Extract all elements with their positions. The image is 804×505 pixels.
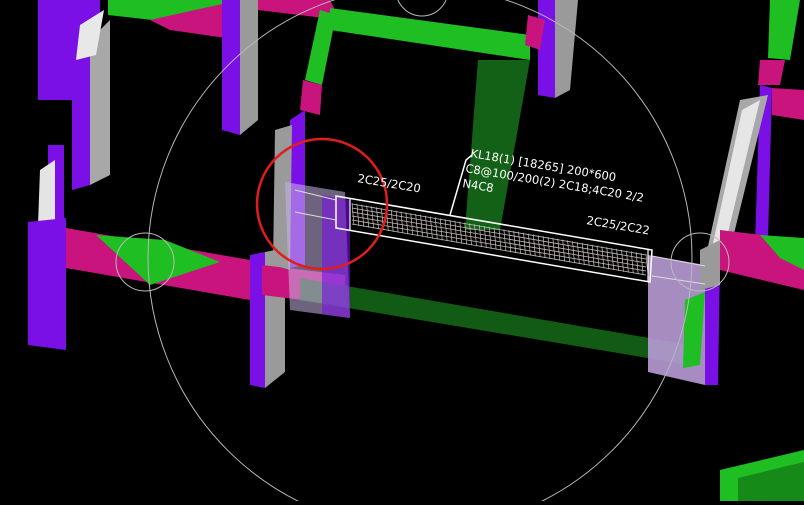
rebar-stirrup: [444, 219, 448, 242]
rebar-stirrup: [371, 206, 374, 229]
rebar-stirrup: [552, 237, 556, 260]
beam-right-magenta[interactable]: [758, 60, 785, 85]
rebar-stirrup: [400, 211, 404, 234]
rebar-stirrup: [547, 236, 551, 260]
rebar-stirrup: [361, 204, 365, 227]
column-left-main[interactable]: [28, 218, 66, 350]
rebar-stirrup: [449, 219, 453, 243]
rebar-stirrup: [523, 232, 526, 255]
column-right-support-shade: [700, 240, 720, 290]
rebar-stirrup: [488, 226, 492, 249]
beam-vertical-green[interactable]: [305, 10, 336, 85]
orbit-handle-top[interactable]: [396, 0, 448, 17]
beam-back-green-diagonal: [465, 60, 530, 230]
rebar-stirrup: [630, 251, 634, 274]
rebar-stirrup: [513, 231, 517, 254]
beam-right-green[interactable]: [768, 0, 800, 60]
rebar-stirrup: [415, 214, 419, 237]
rebar-stirrup: [376, 207, 379, 230]
rebar-stirrup: [542, 236, 546, 259]
rebar-stirrup: [528, 233, 531, 256]
rebar-stirrup: [503, 229, 507, 252]
rebar-stirrup: [405, 212, 409, 235]
rebar-stirrup: [430, 216, 433, 239]
rebar-stirrup: [390, 209, 394, 232]
rebar-stirrup: [420, 214, 423, 237]
rebar-stirrup: [439, 218, 443, 241]
rebar-stirrup: [410, 213, 414, 236]
support-label-left[interactable]: 2C25/2C20: [357, 171, 422, 195]
beam-vertical-magenta[interactable]: [300, 80, 322, 115]
rebar-stirrup: [626, 250, 629, 273]
rebar-stirrup: [616, 248, 619, 271]
rebar-stirrup: [611, 248, 615, 271]
column-left-light: [38, 160, 55, 225]
rebar-stirrup: [591, 244, 595, 267]
support-label-right[interactable]: 2C25/2C22: [586, 213, 651, 237]
left-support: [285, 182, 350, 318]
rebar-stirrup: [532, 234, 536, 257]
rebar-stirrup: [508, 230, 512, 253]
rebar-stirrup: [621, 249, 624, 272]
3d-model-viewport[interactable]: KL18(1) [18265] 200*600 C8@100/200(2) 2C…: [0, 0, 804, 505]
rebar-stirrup: [586, 243, 590, 266]
guide-circles: [115, 0, 730, 505]
rebar-stirrup: [518, 231, 521, 254]
rebar-stirrup: [596, 245, 600, 268]
beam-lower-dark-green[interactable]: [300, 278, 690, 365]
column-top-center[interactable]: [222, 0, 240, 135]
rebar-stirrup: [557, 238, 561, 261]
column-top-right-shade: [555, 0, 578, 98]
rebar-stirrup: [635, 252, 639, 275]
column-top-center-shade: [240, 0, 258, 135]
rebar-stirrup: [572, 241, 575, 264]
rebar-stirrup: [425, 215, 428, 238]
rebar-stirrup: [434, 217, 438, 240]
rebar-stirrup: [562, 239, 566, 262]
rebar-stirrup: [640, 253, 644, 276]
model-scene[interactable]: KL18(1) [18265] 200*600 C8@100/200(2) 2C…: [0, 0, 804, 505]
rebar-stirrup: [351, 202, 355, 226]
beam-right-upper[interactable]: [772, 88, 804, 120]
rebar-stirrup: [356, 203, 360, 226]
rebar-stirrup: [459, 221, 463, 244]
rebar-stirrup: [567, 240, 570, 263]
rebar-stirrup: [454, 220, 458, 243]
rebar-stirrup: [366, 205, 370, 228]
column-top-left-2[interactable]: [72, 40, 90, 190]
rebar-stirrup: [537, 235, 541, 258]
rebar-stirrup: [493, 227, 497, 250]
rebar-stirrup: [498, 228, 502, 251]
lower-beams: [300, 278, 804, 501]
rebar-stirrup: [395, 210, 399, 233]
rebar-stirrup: [601, 246, 605, 269]
rebar-stirrup: [581, 242, 585, 265]
rebar-stirrup: [577, 242, 580, 265]
rebar-stirrup: [606, 247, 610, 270]
beam-top-long-green[interactable]: [330, 8, 530, 60]
